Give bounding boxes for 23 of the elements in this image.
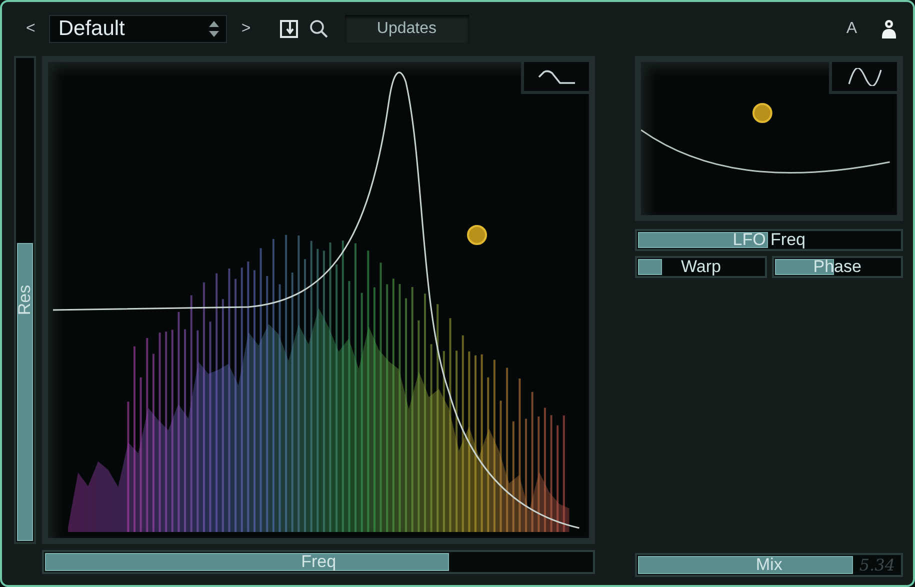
slider-label: Res xyxy=(15,284,35,316)
a-label[interactable]: A xyxy=(846,20,857,38)
next-preset-button[interactable]: > xyxy=(237,20,255,38)
control-point[interactable] xyxy=(752,103,773,123)
save-icon[interactable] xyxy=(278,19,299,39)
value-readout: 5.34 xyxy=(859,556,895,574)
sine-wave-icon xyxy=(846,68,882,86)
lowpass-icon xyxy=(538,68,576,84)
previous-preset-button[interactable]: < xyxy=(22,20,40,38)
filter-shape-button[interactable] xyxy=(521,62,590,94)
slider[interactable]: Warp xyxy=(635,256,767,278)
up-down-icon xyxy=(208,20,220,38)
preset-selector[interactable]: Default xyxy=(49,15,228,43)
slider[interactable]: LFO Freq xyxy=(635,229,903,251)
lfo-shape-button[interactable] xyxy=(829,62,897,94)
slider-label: Freq xyxy=(301,552,336,572)
search-icon[interactable] xyxy=(308,19,329,39)
slider-label: Mix xyxy=(756,555,782,575)
control-point[interactable] xyxy=(466,225,488,245)
slider-label: Warp xyxy=(680,257,721,277)
user-icon[interactable] xyxy=(881,19,897,39)
slider-label: LFO Freq xyxy=(732,230,806,250)
updates-button[interactable]: Updates xyxy=(344,15,469,43)
